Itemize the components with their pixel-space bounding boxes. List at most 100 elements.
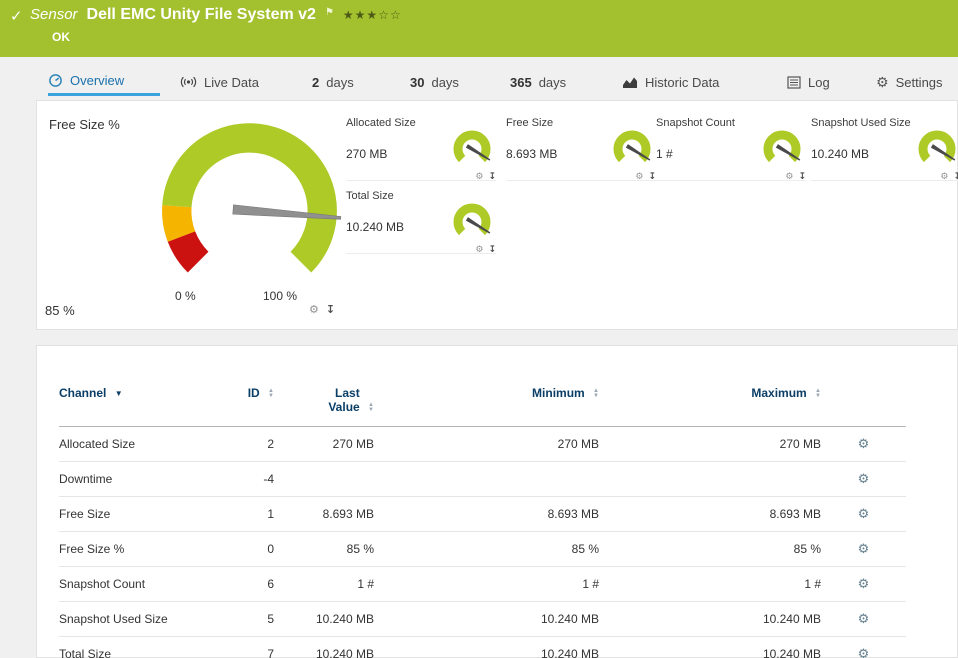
gauge-min-label: 0 %: [175, 289, 196, 303]
pin-icon[interactable]: ↧: [488, 244, 496, 255]
channel-settings-icon[interactable]: ⚙: [858, 436, 870, 451]
tab-30-days[interactable]: 30 days: [410, 68, 459, 96]
tab-365-days[interactable]: 365 days: [510, 68, 566, 96]
pin-icon[interactable]: ↧: [953, 171, 958, 182]
tab-30-days-label: days: [431, 75, 458, 90]
channel-last-value: 1 #: [274, 567, 374, 602]
gauge-max-label: 100 %: [263, 289, 297, 303]
column-header-id-label: ID: [248, 386, 260, 400]
tab-live-data-label: Live Data: [204, 75, 259, 90]
channel-id: -4: [219, 462, 274, 497]
mini-gauge-allocated-size: Allocated Size 270 MB ⚙ ↧: [346, 117, 496, 181]
gear-icon[interactable]: ⚙: [635, 171, 643, 182]
channel-name: Allocated Size: [59, 427, 219, 462]
channel-minimum: 270 MB: [374, 427, 599, 462]
gear-icon: ⚙: [876, 74, 889, 91]
channel-id: 0: [219, 532, 274, 567]
main-gauge-title: Free Size %: [49, 117, 120, 132]
tab-2-days-label: days: [326, 75, 353, 90]
tab-settings-label: Settings: [896, 75, 943, 90]
channel-name: Snapshot Count: [59, 567, 219, 602]
channel-settings-icon[interactable]: ⚙: [858, 471, 870, 486]
channel-maximum: [599, 462, 821, 497]
gear-icon[interactable]: ⚙: [309, 303, 319, 316]
sort-icon: ▲▼: [593, 389, 599, 399]
tab-2-days[interactable]: 2 days: [312, 68, 354, 96]
channel-maximum: 270 MB: [599, 427, 821, 462]
column-header-channel[interactable]: Channel ▼: [59, 382, 219, 427]
channel-last-value: 10.240 MB: [274, 637, 374, 658]
channel-table: Channel ▼ ID ▲▼ Last Value ▲▼ Minimum ▲▼: [59, 382, 906, 658]
flag-icon[interactable]: ⚑: [325, 7, 334, 18]
column-header-maximum-label: Maximum: [751, 386, 806, 400]
gear-icon[interactable]: ⚙: [475, 171, 483, 182]
channel-id: 5: [219, 602, 274, 637]
gear-icon[interactable]: ⚙: [940, 171, 948, 182]
table-header-row: Channel ▼ ID ▲▼ Last Value ▲▼ Minimum ▲▼: [59, 382, 906, 427]
sort-icon: ▲▼: [268, 389, 274, 399]
tab-settings[interactable]: ⚙ Settings: [876, 68, 943, 96]
column-header-minimum[interactable]: Minimum ▲▼: [374, 382, 599, 427]
mini-gauge-free-size: Free Size 8.693 MB ⚙ ↧: [506, 117, 656, 181]
pin-icon[interactable]: ↧: [488, 171, 496, 182]
sensor-kind-label: Sensor: [30, 6, 78, 23]
pin-icon[interactable]: ↧: [326, 303, 335, 316]
column-header-minimum-label: Minimum: [532, 386, 585, 400]
channel-settings-icon[interactable]: ⚙: [858, 576, 870, 591]
channel-minimum: 10.240 MB: [374, 637, 599, 658]
channel-settings-icon[interactable]: ⚙: [858, 646, 870, 658]
mini-gauge-value: 10.240 MB: [811, 147, 907, 161]
tab-log[interactable]: Log: [787, 68, 830, 96]
mini-gauge-total-size: Total Size 10.240 MB ⚙ ↧: [346, 190, 496, 254]
tab-365-days-label: days: [539, 75, 566, 90]
pin-icon[interactable]: ↧: [798, 171, 806, 182]
table-row: Free Size 1 8.693 MB 8.693 MB 8.693 MB ⚙: [59, 497, 906, 532]
channel-minimum: 10.240 MB: [374, 602, 599, 637]
overview-gauge-icon: [48, 73, 63, 88]
column-header-channel-label: Channel: [59, 386, 106, 400]
channel-maximum: 10.240 MB: [599, 637, 821, 658]
channel-id: 2: [219, 427, 274, 462]
gauge-current-value: 85 %: [45, 303, 75, 318]
main-gauge-actions: ⚙ ↧: [309, 303, 335, 316]
page-title: Dell EMC Unity File System v2: [87, 6, 316, 24]
channel-last-value: 85 %: [274, 532, 374, 567]
mini-gauge-value: 10.240 MB: [346, 220, 442, 234]
channel-settings-icon[interactable]: ⚙: [858, 611, 870, 626]
mini-gauge-dial: [913, 129, 958, 173]
channel-settings-icon[interactable]: ⚙: [858, 541, 870, 556]
tab-live-data[interactable]: Live Data: [180, 68, 259, 96]
mini-gauge-snapshot-used-size: Snapshot Used Size 10.240 MB ⚙ ↧: [811, 117, 958, 181]
sort-desc-icon: ▼: [115, 389, 123, 398]
mini-gauge-label: Snapshot Used Size: [811, 117, 958, 129]
column-header-maximum[interactable]: Maximum ▲▼: [599, 382, 821, 427]
column-header-id[interactable]: ID ▲▼: [219, 382, 274, 427]
priority-stars[interactable]: ★★★☆☆: [343, 8, 402, 22]
table-row: Snapshot Used Size 5 10.240 MB 10.240 MB…: [59, 602, 906, 637]
tab-overview[interactable]: Overview: [48, 68, 160, 96]
gauges-panel: Free Size % 0 % 100 % 85 % ⚙ ↧ Allocated…: [36, 100, 958, 330]
mini-gauge-label: Snapshot Count: [656, 117, 806, 129]
channel-maximum: 85 %: [599, 532, 821, 567]
column-header-actions: [821, 382, 906, 427]
gear-icon[interactable]: ⚙: [785, 171, 793, 182]
column-header-last-value[interactable]: Last Value ▲▼: [274, 382, 374, 427]
table-row: Downtime -4 ⚙: [59, 462, 906, 497]
channel-table-panel: Channel ▼ ID ▲▼ Last Value ▲▼ Minimum ▲▼: [36, 345, 958, 658]
mini-gauge-dial: [448, 129, 496, 173]
mini-gauge-label: Total Size: [346, 190, 496, 202]
tab-2-days-number: 2: [312, 75, 319, 90]
sensor-title-row: Sensor Dell EMC Unity File System v2 ⚑ ★…: [30, 6, 402, 24]
channel-last-value: 8.693 MB: [274, 497, 374, 532]
pin-icon[interactable]: ↧: [648, 171, 656, 182]
channel-id: 1: [219, 497, 274, 532]
channel-name: Downtime: [59, 462, 219, 497]
log-list-icon: [787, 76, 801, 89]
channel-last-value: 270 MB: [274, 427, 374, 462]
channel-last-value: 10.240 MB: [274, 602, 374, 637]
channel-minimum: [374, 462, 599, 497]
sort-icon: ▲▼: [815, 389, 821, 399]
gear-icon[interactable]: ⚙: [475, 244, 483, 255]
channel-settings-icon[interactable]: ⚙: [858, 506, 870, 521]
tab-historic-data[interactable]: Historic Data: [622, 68, 719, 96]
